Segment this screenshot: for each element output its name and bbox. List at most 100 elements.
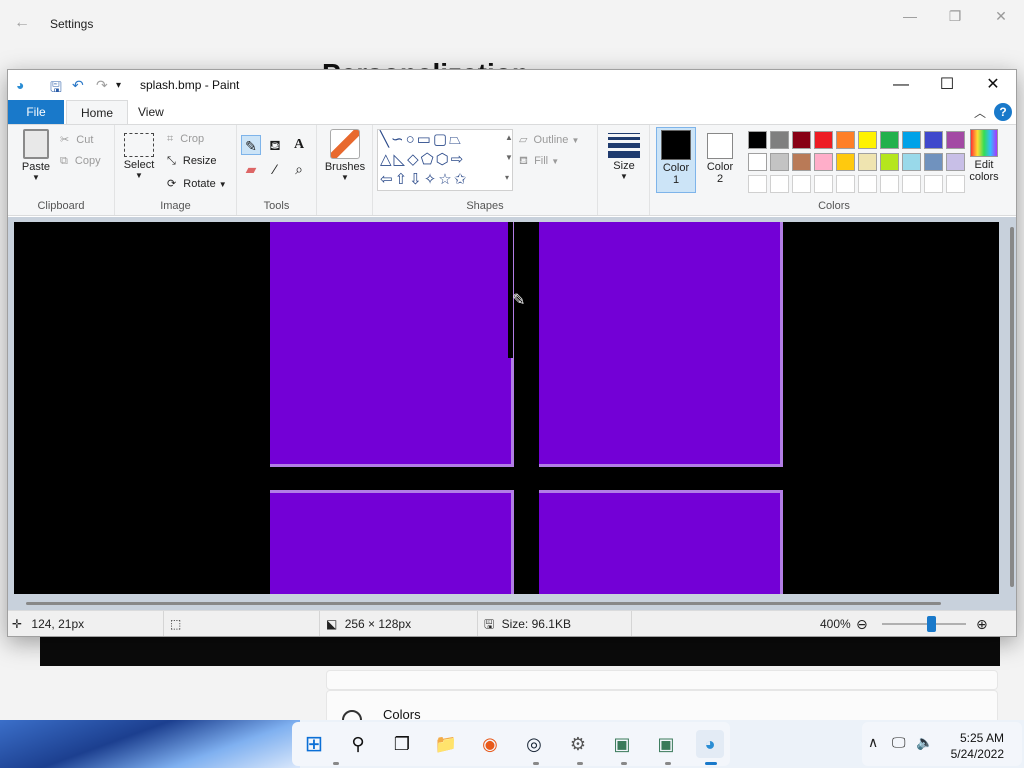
palette-swatch-empty[interactable]: [836, 175, 855, 193]
zoom-slider-thumb[interactable]: [927, 616, 936, 632]
firefox-icon[interactable]: ◉: [476, 730, 504, 758]
shapes-group-label: Shapes: [466, 200, 504, 212]
zoom-out-icon[interactable]: ⊖: [856, 611, 868, 636]
palette-swatch-empty[interactable]: [814, 175, 833, 193]
app-window-icon[interactable]: ▣: [608, 730, 636, 758]
palette-swatch[interactable]: [880, 131, 899, 149]
horizontal-scrollbar[interactable]: [26, 602, 941, 605]
collapse-ribbon-icon[interactable]: ︿: [974, 104, 986, 121]
palette-swatch[interactable]: [902, 153, 921, 171]
zoom-in-icon[interactable]: ⊕: [976, 611, 988, 636]
steam-icon[interactable]: ◎: [520, 730, 548, 758]
task-view-icon[interactable]: ❐: [388, 730, 416, 758]
palette-swatch[interactable]: [946, 131, 965, 149]
color-picker-icon[interactable]: ⁄: [265, 159, 285, 179]
vertical-scrollbar[interactable]: [1010, 227, 1014, 587]
file-explorer-icon[interactable]: 📁: [432, 730, 460, 758]
outline-button[interactable]: ▱ Outline ▼: [519, 133, 579, 146]
color2-button[interactable]: Color 2: [700, 129, 740, 185]
palette-swatch-empty[interactable]: [748, 175, 767, 193]
select-button[interactable]: Select ▼: [121, 133, 157, 180]
minimize-button[interactable]: —: [878, 72, 924, 98]
clock[interactable]: 5:25 AM 5/24/2022: [951, 730, 1004, 762]
tab-view[interactable]: View: [124, 100, 178, 124]
save-icon[interactable]: 🖫: [50, 77, 62, 101]
drawing-canvas[interactable]: ✎: [14, 222, 999, 594]
rainbow-palette-icon: [970, 129, 998, 157]
shapes-gallery[interactable]: ╲∽○▭▢⏢ △◺◇⬠⬡⇨ ⇦⇧⇩✧☆✩: [377, 129, 513, 191]
quick-access-dropdown-icon[interactable]: ▾: [116, 80, 121, 91]
brushes-button[interactable]: Brushes ▼: [323, 129, 367, 182]
edit-colors-button[interactable]: Edit colors: [964, 129, 1004, 183]
palette-swatch[interactable]: [836, 153, 855, 171]
palette-swatch[interactable]: [814, 153, 833, 171]
palette-swatch[interactable]: [858, 153, 877, 171]
palette-swatch-empty[interactable]: [880, 175, 899, 193]
size-group: Size ▼: [598, 125, 650, 215]
palette-swatch[interactable]: [902, 131, 921, 149]
paste-button[interactable]: Paste ▼: [16, 129, 56, 182]
shapes-scroll-down-icon[interactable]: ▼: [505, 153, 513, 162]
palette-swatch[interactable]: [836, 131, 855, 149]
maximize-button[interactable]: ☐: [924, 72, 970, 98]
palette-swatch-empty[interactable]: [770, 175, 789, 193]
minimize-icon[interactable]: —: [895, 8, 925, 24]
palette-swatch[interactable]: [858, 131, 877, 149]
palette-swatch[interactable]: [880, 153, 899, 171]
settings-gear-icon[interactable]: ⚙: [564, 730, 592, 758]
palette-swatch[interactable]: [946, 153, 965, 171]
palette-swatch-empty[interactable]: [792, 175, 811, 193]
selection-size-icon: ⬚: [170, 617, 182, 631]
magnifier-icon[interactable]: ⌕: [289, 159, 309, 179]
palette-swatch[interactable]: [814, 131, 833, 149]
pencil-icon[interactable]: ✎: [241, 135, 261, 155]
fill-bucket-icon[interactable]: ⛾: [265, 135, 285, 155]
window-title: splash.bmp - Paint: [140, 78, 240, 92]
tab-file[interactable]: File: [8, 100, 64, 124]
palette-swatch[interactable]: [924, 153, 943, 171]
palette-swatch[interactable]: [770, 131, 789, 149]
palette-swatch-empty[interactable]: [858, 175, 877, 193]
palette-swatch[interactable]: [792, 131, 811, 149]
palette-swatch-empty[interactable]: [924, 175, 943, 193]
copy-button[interactable]: ⧉ Copy: [60, 155, 101, 168]
palette-swatch[interactable]: [924, 131, 943, 149]
palette-swatch[interactable]: [792, 153, 811, 171]
close-icon[interactable]: ✕: [986, 8, 1016, 25]
network-icon[interactable]: 🖵: [892, 734, 906, 751]
restore-icon[interactable]: ❐: [940, 8, 970, 25]
eraser-icon[interactable]: ▰: [241, 159, 261, 179]
rotate-button[interactable]: ⟳ Rotate ▼: [167, 177, 227, 190]
undo-icon[interactable]: ↶: [72, 77, 84, 94]
fill-button[interactable]: ⛾ Fill ▼: [519, 155, 559, 169]
palette-swatch[interactable]: [770, 153, 789, 171]
redo-icon[interactable]: ↷: [96, 77, 108, 94]
shapes-scroll-up-icon[interactable]: ▲: [505, 133, 513, 142]
chevron-up-icon[interactable]: ∧: [868, 734, 878, 751]
help-icon[interactable]: ?: [994, 103, 1012, 121]
palette-swatch[interactable]: [748, 131, 767, 149]
tab-home[interactable]: Home: [66, 100, 129, 124]
running-indicator: [333, 762, 339, 765]
paint-window: ◕ 🖫 ↶ ↷ ▾ splash.bmp - Paint — ☐ ✕ File …: [7, 69, 1017, 637]
paint-taskbar-icon[interactable]: ◕: [696, 730, 724, 758]
ribbon: Paste ▼ ✂ Cut ⧉ Copy Clipboard Select ▼ …: [8, 124, 1016, 216]
cut-button[interactable]: ✂ Cut: [60, 133, 93, 146]
palette-swatch-empty[interactable]: [902, 175, 921, 193]
color1-button[interactable]: Color 1: [656, 127, 696, 193]
shapes-expand-icon[interactable]: ▾: [505, 173, 509, 182]
crop-button[interactable]: ⌗ Crop: [167, 133, 204, 146]
rotate-icon: ⟳: [167, 178, 177, 190]
palette-swatch[interactable]: [748, 153, 767, 171]
start-windows-icon[interactable]: ⊞: [300, 730, 328, 758]
size-button[interactable]: Size ▼: [604, 133, 644, 181]
close-button[interactable]: ✕: [970, 72, 1016, 98]
back-arrow-icon[interactable]: ←: [14, 14, 30, 32]
app-window-2-icon[interactable]: ▣: [652, 730, 680, 758]
search-icon[interactable]: ⚲: [344, 730, 372, 758]
palette-swatch-empty[interactable]: [946, 175, 965, 193]
resize-button[interactable]: ⤡ Resize: [167, 155, 217, 168]
volume-icon[interactable]: 🔈: [916, 734, 933, 751]
zoom-slider-track[interactable]: [882, 616, 966, 632]
text-tool-icon[interactable]: A: [289, 135, 309, 155]
